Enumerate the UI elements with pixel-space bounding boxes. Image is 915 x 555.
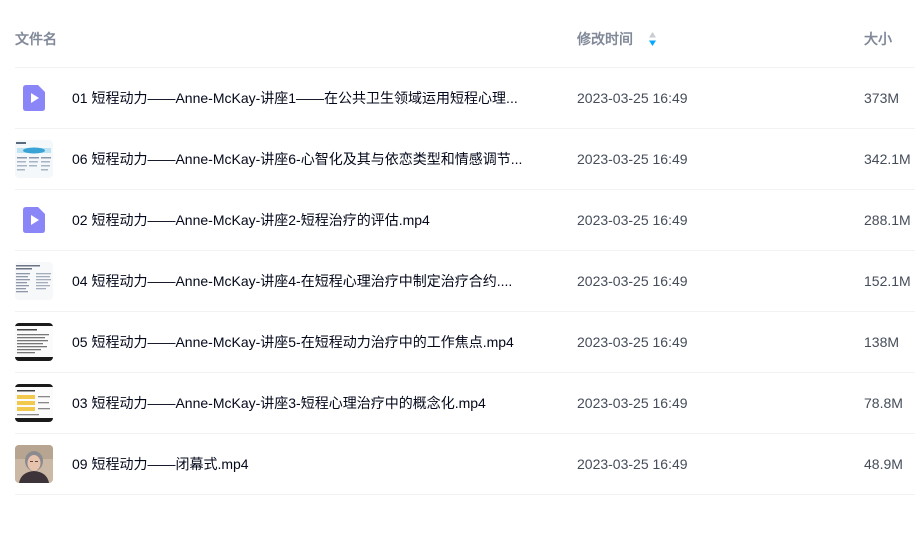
- file-thumbnail: [15, 323, 53, 361]
- file-thumbnail: [15, 262, 53, 300]
- file-modified-time: 2023-03-25 16:49: [577, 151, 688, 167]
- file-list: 文件名 修改时间 大小 01 短程动力——Anne-McKay-讲座1——在公共…: [0, 0, 915, 555]
- slide-thumbnail-icon: [15, 140, 53, 178]
- file-size: 342.1M: [864, 151, 911, 167]
- file-name[interactable]: 02 短程动力——Anne-McKay-讲座2-短程治疗的评估.mp4: [72, 211, 552, 229]
- file-thumbnail: [15, 201, 53, 239]
- file-modified-time: 2023-03-25 16:49: [577, 395, 688, 411]
- file-size: 288.1M: [864, 212, 911, 228]
- video-file-icon: [23, 207, 45, 233]
- file-modified-time: 2023-03-25 16:49: [577, 212, 688, 228]
- file-size: 78.8M: [864, 395, 903, 411]
- sort-arrows-icon[interactable]: [648, 31, 657, 47]
- file-thumbnail: [15, 384, 53, 422]
- file-row[interactable]: 02 短程动力——Anne-McKay-讲座2-短程治疗的评估.mp4 2023…: [15, 190, 915, 251]
- file-modified-time: 2023-03-25 16:49: [577, 334, 688, 350]
- file-rows: 01 短程动力——Anne-McKay-讲座1——在公共卫生领域运用短程心理..…: [15, 68, 915, 495]
- file-size: 138M: [864, 334, 900, 350]
- column-header-modified[interactable]: 修改时间: [577, 30, 633, 48]
- file-name[interactable]: 03 短程动力——Anne-McKay-讲座3-短程心理治疗中的概念化.mp4: [72, 394, 552, 412]
- file-name[interactable]: 04 短程动力——Anne-McKay-讲座4-在短程心理治疗中制定治疗合约..…: [72, 272, 552, 290]
- slide-thumbnail-icon: [15, 262, 53, 300]
- file-name[interactable]: 05 短程动力——Anne-McKay-讲座5-在短程动力治疗中的工作焦点.mp…: [72, 333, 552, 351]
- file-modified-time: 2023-03-25 16:49: [577, 273, 688, 289]
- file-thumbnail: [15, 445, 53, 483]
- file-modified-time: 2023-03-25 16:49: [577, 90, 688, 106]
- file-row[interactable]: 03 短程动力——Anne-McKay-讲座3-短程心理治疗中的概念化.mp4 …: [15, 373, 915, 434]
- file-thumbnail: [15, 140, 53, 178]
- slide-thumbnail-icon: [15, 323, 53, 361]
- file-size: 48.9M: [864, 456, 903, 472]
- file-name[interactable]: 09 短程动力——闭幕式.mp4: [72, 455, 552, 473]
- file-name[interactable]: 06 短程动力——Anne-McKay-讲座6-心智化及其与依恋类型和情感调节.…: [72, 150, 552, 168]
- slide-thumbnail-icon: [15, 384, 53, 422]
- file-name[interactable]: 01 短程动力——Anne-McKay-讲座1——在公共卫生领域运用短程心理..…: [72, 89, 552, 107]
- file-size: 373M: [864, 90, 900, 106]
- video-frame-thumbnail-icon: [15, 445, 53, 483]
- list-header: 文件名 修改时间 大小: [15, 0, 915, 68]
- file-size: 152.1M: [864, 273, 911, 289]
- video-file-icon: [23, 85, 45, 111]
- column-header-name[interactable]: 文件名: [15, 30, 57, 48]
- file-modified-time: 2023-03-25 16:49: [577, 456, 688, 472]
- file-row[interactable]: 06 短程动力——Anne-McKay-讲座6-心智化及其与依恋类型和情感调节.…: [15, 129, 915, 190]
- file-row[interactable]: 04 短程动力——Anne-McKay-讲座4-在短程心理治疗中制定治疗合约..…: [15, 251, 915, 312]
- file-thumbnail: [15, 79, 53, 117]
- file-row[interactable]: 01 短程动力——Anne-McKay-讲座1——在公共卫生领域运用短程心理..…: [15, 68, 915, 129]
- file-row[interactable]: 09 短程动力——闭幕式.mp4 2023-03-25 16:49 48.9M: [15, 434, 915, 495]
- column-header-size[interactable]: 大小: [864, 30, 892, 48]
- file-row[interactable]: 05 短程动力——Anne-McKay-讲座5-在短程动力治疗中的工作焦点.mp…: [15, 312, 915, 373]
